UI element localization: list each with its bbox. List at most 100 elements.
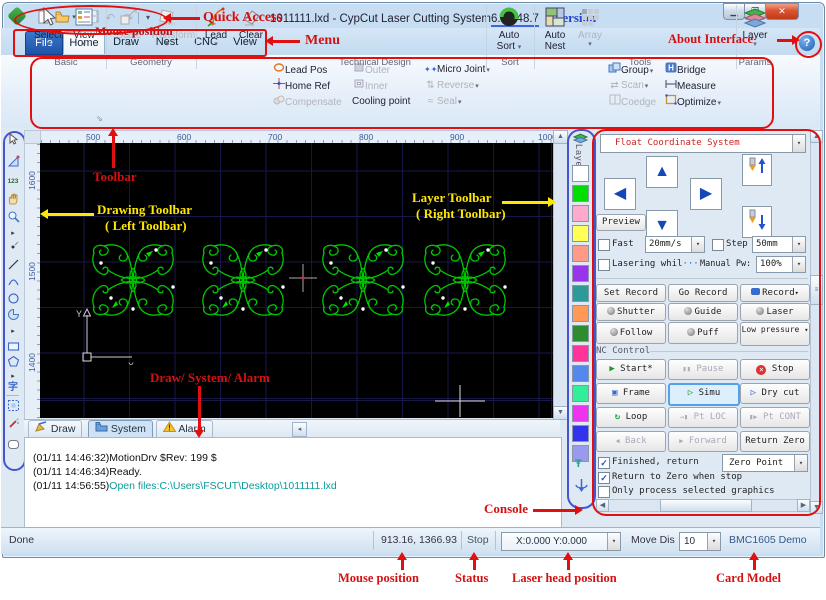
back-button[interactable]: ◀ Back bbox=[596, 431, 666, 452]
stop-button[interactable]: × Stop bbox=[740, 359, 810, 380]
panel-scroll-right[interactable]: ▶ bbox=[797, 499, 810, 512]
auto-sort-button[interactable]: Auto Sort ▾ bbox=[490, 6, 528, 58]
preview-button[interactable]: Preview bbox=[596, 214, 646, 231]
cooling-point-button[interactable]: Cooling point bbox=[352, 94, 410, 109]
guide-button[interactable]: Guide bbox=[668, 303, 738, 321]
opened-file-link[interactable]: Open files:C:\Users\FSCUT\Desktop\101111… bbox=[109, 480, 336, 492]
layer-swatch-10[interactable] bbox=[572, 365, 589, 382]
layer-swatch-7[interactable] bbox=[572, 305, 589, 322]
pause-button[interactable]: ▮▮ Pause bbox=[668, 359, 738, 380]
inner-button[interactable]: Inner bbox=[352, 78, 388, 93]
puff-button[interactable]: Puff bbox=[668, 322, 738, 344]
loop-button[interactable]: ↻ Loop bbox=[596, 407, 666, 428]
about-help-button[interactable]: ? bbox=[799, 35, 815, 51]
compensate-button[interactable]: Compensate bbox=[272, 94, 342, 109]
array-button[interactable]: Array ▾ bbox=[575, 6, 605, 58]
laser-button[interactable]: Laser bbox=[740, 303, 810, 321]
numbers-tool-icon[interactable]: 123 bbox=[5, 174, 21, 190]
layer-swatch-6[interactable] bbox=[572, 285, 589, 302]
set-record-button[interactable]: Set Record bbox=[596, 284, 666, 302]
home-ref-button[interactable]: Home Ref bbox=[272, 78, 330, 93]
step-checkbox[interactable] bbox=[712, 239, 724, 251]
pt-cont-button[interactable]: ▮▶ Pt CONT bbox=[740, 407, 810, 428]
optimize-button[interactable]: Optimize▾ bbox=[664, 94, 721, 109]
layer-swatch-3[interactable] bbox=[572, 225, 589, 242]
canvas-scroll-up[interactable]: ▲ bbox=[553, 130, 568, 144]
console-tab-scroll-left[interactable]: ◂ bbox=[292, 422, 307, 437]
panel-scroll-down[interactable]: ▼ bbox=[810, 501, 823, 514]
draw-select-icon[interactable] bbox=[5, 132, 21, 149]
coedge-button[interactable]: Coedge bbox=[608, 94, 656, 109]
panel-scroll-up[interactable]: ▲ bbox=[810, 130, 823, 143]
layer-swatch-9[interactable] bbox=[572, 345, 589, 362]
zero-point-select[interactable]: Zero Point ▾ bbox=[722, 454, 808, 472]
layer-swatch-4[interactable] bbox=[572, 245, 589, 262]
finished-return-checkbox[interactable]: ✓ bbox=[598, 457, 610, 469]
pan-hand-icon[interactable] bbox=[5, 192, 21, 208]
ornament-pattern[interactable] bbox=[198, 243, 288, 317]
move-dis-input[interactable]: 10 ▾ bbox=[679, 532, 721, 551]
layer-swatch-12[interactable] bbox=[572, 405, 589, 422]
simu-button[interactable]: ▷ Simu bbox=[668, 383, 740, 406]
rounded-rect-tool-icon[interactable] bbox=[5, 438, 21, 454]
canvas-scroll-down[interactable]: ▼ bbox=[553, 406, 568, 420]
dry-cut-button[interactable]: ▷ Dry cut bbox=[740, 383, 810, 404]
record-button[interactable]: Record▾ bbox=[740, 284, 810, 302]
panel-vscroll-thumb[interactable]: ≡ bbox=[810, 275, 823, 305]
reverse-button[interactable]: ⇅ Reverse▾ bbox=[424, 78, 478, 93]
return-zero-button[interactable]: Return Zero bbox=[740, 431, 810, 452]
manual-pw-select[interactable]: 100% ▾ bbox=[756, 256, 806, 273]
fast-checkbox[interactable] bbox=[598, 239, 610, 251]
forward-button[interactable]: ▶ Forward bbox=[668, 431, 738, 452]
pt-loc-button[interactable]: →▮ Pt LOC bbox=[668, 407, 738, 428]
rectangle-tool-icon[interactable] bbox=[5, 340, 21, 356]
layer-swatch-13[interactable] bbox=[572, 425, 589, 442]
basic-dialog-launcher[interactable]: ⇘ bbox=[96, 114, 103, 123]
nozzle-down-button[interactable] bbox=[742, 206, 772, 238]
laser-head-position-select[interactable]: X:0.000 Y:0.000 ▾ bbox=[501, 532, 621, 551]
arc-tool-icon[interactable] bbox=[5, 275, 21, 291]
layer-text-marker-icon[interactable]: Ŧ bbox=[575, 458, 582, 470]
circle-tool-icon[interactable] bbox=[5, 292, 21, 308]
magic-wand-icon[interactable] bbox=[5, 417, 21, 433]
layer-swatch-1[interactable] bbox=[572, 185, 589, 202]
step-size-select[interactable]: 50mm ▾ bbox=[752, 236, 806, 253]
only-selected-checkbox[interactable] bbox=[598, 486, 610, 498]
ornament-pattern[interactable] bbox=[420, 243, 510, 317]
coordinate-system-select[interactable]: Float Coordinate System ▾ bbox=[600, 134, 806, 153]
layer-anchor-icon[interactable] bbox=[574, 477, 589, 498]
scan-button[interactable]: ⇄ Scan▾ bbox=[608, 78, 648, 93]
layer-swatch-11[interactable] bbox=[572, 385, 589, 402]
panel-scroll-left[interactable]: ◀ bbox=[596, 499, 609, 512]
shutter-button[interactable]: Shutter bbox=[596, 303, 666, 321]
layer-swatch-8[interactable] bbox=[572, 325, 589, 342]
lasering-checkbox[interactable] bbox=[598, 259, 610, 271]
layer-swatch-2[interactable] bbox=[572, 205, 589, 222]
low-pressure-button[interactable]: Low pressure ▾ bbox=[740, 322, 810, 346]
select-button[interactable]: Select ▾ bbox=[31, 6, 65, 58]
go-record-button[interactable]: Go Record bbox=[668, 284, 738, 302]
line-tool-icon[interactable] bbox=[5, 258, 21, 274]
fast-speed-select[interactable]: 20mm/s ▾ bbox=[645, 236, 705, 253]
start-button[interactable]: ▶ Start* bbox=[596, 359, 666, 380]
measure-button[interactable]: Measure bbox=[664, 78, 716, 93]
pie-tool-icon[interactable] bbox=[5, 308, 21, 324]
jog-up-button[interactable]: ▲ bbox=[646, 156, 678, 188]
console-log[interactable]: (01/11 14:46:32)MotionDrv $Rev: 199 $ (0… bbox=[24, 437, 562, 528]
panel-hscroll-thumb[interactable] bbox=[660, 499, 752, 512]
text-tool-icon[interactable]: 字 bbox=[5, 380, 21, 396]
ornament-pattern[interactable] bbox=[318, 243, 408, 317]
jog-left-button[interactable]: ◀ bbox=[604, 178, 636, 210]
follow-button[interactable]: Follow bbox=[596, 322, 666, 344]
flyout-arrow-icon[interactable]: ▸ bbox=[5, 324, 21, 340]
frame-button[interactable]: ▣ Frame bbox=[596, 383, 666, 404]
zoom-tool-icon[interactable] bbox=[5, 210, 21, 226]
jog-right-button[interactable]: ▶ bbox=[690, 178, 722, 210]
return-zero-stop-checkbox[interactable]: ✓ bbox=[598, 472, 610, 484]
layer-swatch-0[interactable] bbox=[572, 165, 589, 182]
layer-swatch-5[interactable] bbox=[572, 265, 589, 282]
seal-button[interactable]: ≈ Seal▾ bbox=[424, 94, 462, 109]
auto-nest-button[interactable]: Auto Nest bbox=[538, 6, 572, 58]
point-tool-icon[interactable] bbox=[5, 240, 21, 256]
panel-vscrollbar[interactable] bbox=[810, 130, 823, 514]
